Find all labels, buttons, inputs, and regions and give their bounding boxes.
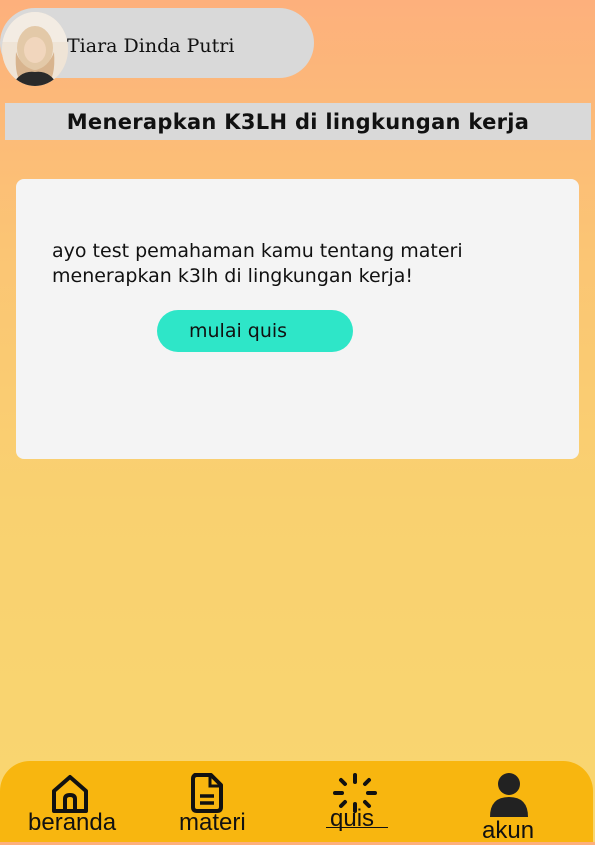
quiz-description: ayo test pemahaman kamu tentang materi m… [52,240,463,287]
page-title: Menerapkan K3LH di lingkungan kerja [66,109,530,134]
active-underline [326,827,388,828]
nav-label-beranda: beranda [28,809,117,836]
nav-label-akun: akun [482,817,535,844]
avatar[interactable] [2,12,68,86]
profile-header[interactable]: Tiara Dinda Putri [0,8,314,86]
start-quiz-button[interactable]: mulai quis [157,310,353,352]
page-title-bar: Menerapkan K3LH di lingkungan kerja [5,103,591,140]
user-icon [490,773,528,817]
nav-item-materi[interactable]: materi [170,761,260,842]
nav-label-quis: quis [330,805,375,832]
bottom-navigation: beranda materi quis akun [0,761,593,844]
home-icon [52,775,88,813]
quiz-card: ayo test pemahaman kamu tentang materi m… [16,179,579,459]
nav-item-akun[interactable]: akun [470,761,550,844]
nav-item-quis[interactable]: quis [320,761,400,842]
nav-item-beranda[interactable]: beranda [20,761,130,842]
user-name: Tiara Dinda Putri [67,35,235,57]
document-icon [191,773,223,813]
avatar-photo [2,12,68,86]
nav-label-materi: materi [179,809,246,836]
